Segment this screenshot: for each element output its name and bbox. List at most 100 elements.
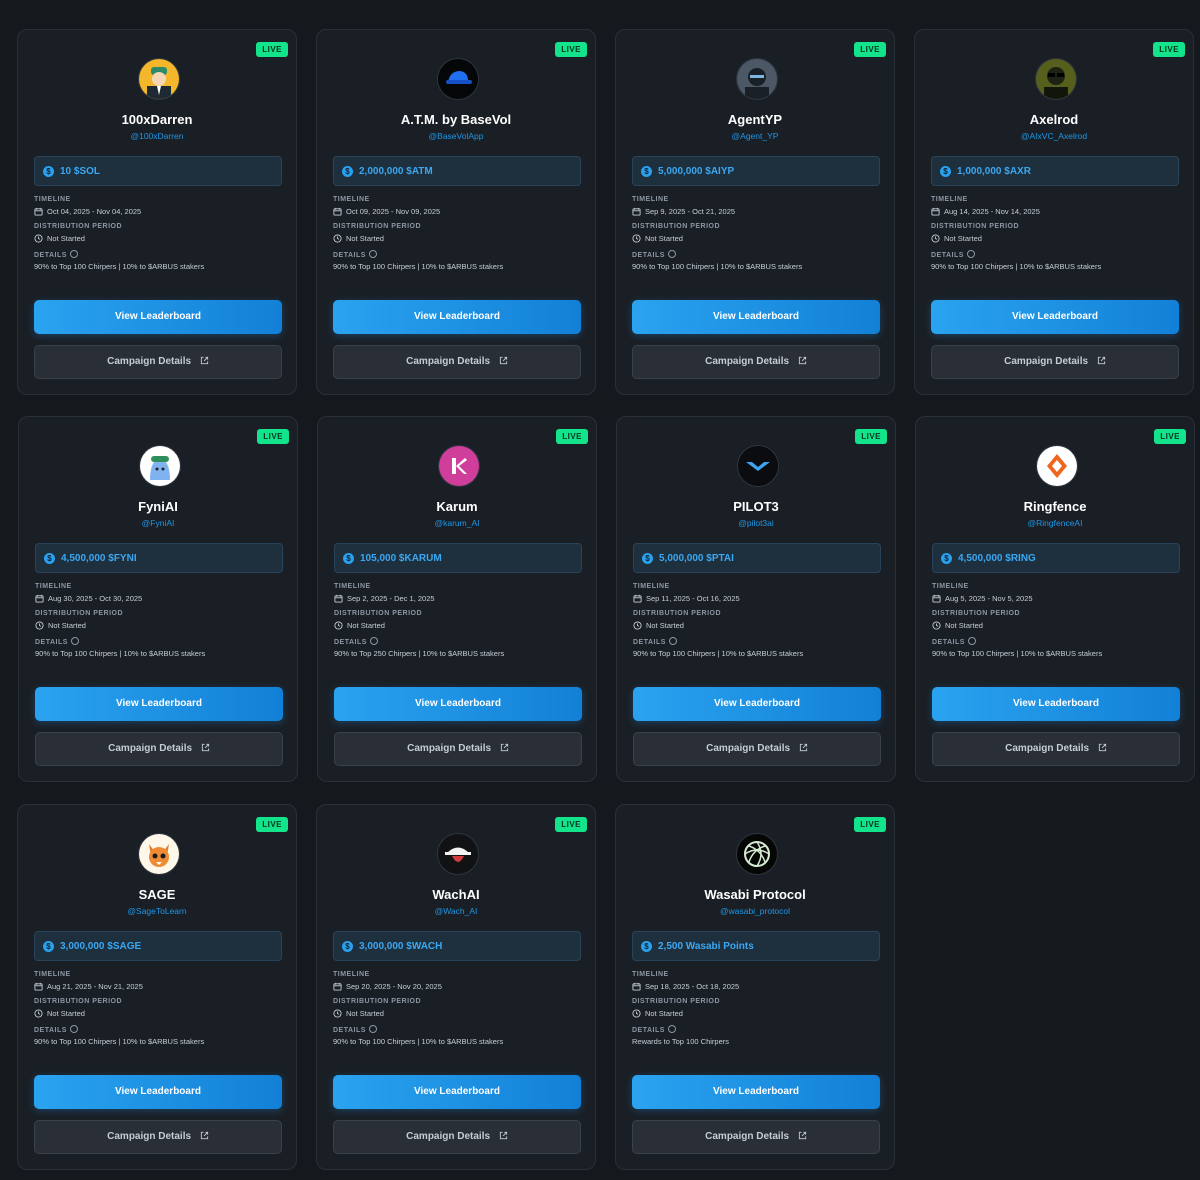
external-link-icon — [798, 1131, 806, 1139]
campaign-name: 100xDarren — [121, 112, 193, 127]
view-leaderboard-button[interactable]: View Leaderboard — [632, 300, 880, 334]
timeline-text: Sep 18, 2025 - Oct 18, 2025 — [645, 982, 740, 991]
campaign-handle-link[interactable]: @RingfenceAI — [916, 518, 1194, 528]
view-leaderboard-button[interactable]: View Leaderboard — [632, 1075, 880, 1109]
distribution-value: Not Started — [632, 1009, 683, 1018]
live-badge: LIVE — [257, 429, 289, 444]
info-icon[interactable] — [967, 637, 976, 645]
distribution-label: DISTRIBUTION PERIOD — [632, 998, 721, 1005]
campaign-name: AgentYP — [727, 112, 783, 127]
calendar-icon — [333, 982, 342, 991]
campaign-handle-link[interactable]: @Agent_YP — [616, 131, 894, 141]
view-leaderboard-button[interactable]: View Leaderboard — [333, 300, 581, 334]
info-icon[interactable] — [368, 250, 377, 258]
external-link-icon — [200, 356, 208, 364]
timeline-label: TIMELINE — [632, 971, 669, 978]
info-icon[interactable] — [69, 250, 78, 258]
details-label: DETAILS — [931, 250, 975, 259]
campaign-details-button[interactable]: Campaign Details — [34, 345, 282, 379]
view-leaderboard-button[interactable]: View Leaderboard — [334, 687, 582, 721]
view-leaderboard-button[interactable]: View Leaderboard — [931, 300, 1179, 334]
details-value: 90% to Top 100 Chirpers | 10% to $ARBUS … — [35, 649, 205, 658]
details-label: DETAILS — [35, 637, 79, 646]
campaign-name: WachAI — [432, 887, 480, 902]
campaign-details-button[interactable]: Campaign Details — [34, 1120, 282, 1154]
reward-box: $ 3,000,000 $SAGE — [34, 931, 282, 961]
timeline-value: Sep 20, 2025 - Nov 20, 2025 — [333, 982, 442, 991]
campaign-details-button[interactable]: Campaign Details — [633, 732, 881, 766]
reward-amount: 5,000,000 $PTAI — [659, 552, 734, 564]
timeline-text: Aug 14, 2025 - Nov 14, 2025 — [944, 207, 1040, 216]
distribution-label: DISTRIBUTION PERIOD — [932, 610, 1021, 617]
info-icon[interactable] — [368, 1025, 377, 1033]
campaign-handle-link[interactable]: @FyniAI — [19, 518, 297, 528]
blue-blob-mascot-icon — [140, 446, 180, 486]
campaign-details-button[interactable]: Campaign Details — [35, 732, 283, 766]
campaign-handle-link[interactable]: @wasabi_protocol — [616, 906, 894, 916]
reward-box: $ 5,000,000 $AIYP — [632, 156, 880, 186]
campaign-details-button[interactable]: Campaign Details — [632, 1120, 880, 1154]
view-leaderboard-button[interactable]: View Leaderboard — [35, 687, 283, 721]
reward-box: $ 3,000,000 $WACH — [333, 931, 581, 961]
campaign-details-button[interactable]: Campaign Details — [632, 345, 880, 379]
calendar-icon — [932, 594, 941, 603]
view-leaderboard-button[interactable]: View Leaderboard — [34, 300, 282, 334]
timeline-label: TIMELINE — [632, 196, 669, 203]
details-value: 90% to Top 100 Chirpers | 10% to $ARBUS … — [333, 262, 503, 271]
info-icon[interactable] — [668, 637, 677, 645]
timeline-value: Aug 21, 2025 - Nov 21, 2025 — [34, 982, 143, 991]
details-value: 90% to Top 100 Chirpers | 10% to $ARBUS … — [333, 1037, 503, 1046]
timeline-label: TIMELINE — [932, 583, 969, 590]
info-icon[interactable] — [667, 250, 676, 258]
campaign-card: LIVE SAGE @SageToLearn $ 3,000,000 $SAGE… — [17, 804, 297, 1170]
info-icon[interactable] — [69, 1025, 78, 1033]
info-icon[interactable] — [369, 637, 378, 645]
campaign-details-button[interactable]: Campaign Details — [333, 1120, 581, 1154]
view-leaderboard-button[interactable]: View Leaderboard — [932, 687, 1180, 721]
swirl-logo-icon — [737, 834, 777, 874]
avatar — [737, 445, 779, 487]
details-label: DETAILS — [333, 250, 377, 259]
campaign-handle-link[interactable]: @AIxVC_Axelrod — [915, 131, 1193, 141]
calendar-icon — [35, 594, 44, 603]
distribution-text: Not Started — [346, 234, 384, 243]
campaign-handle-link[interactable]: @100xDarren — [18, 131, 296, 141]
campaign-handle-link[interactable]: @SageToLearn — [18, 906, 296, 916]
campaign-handle-link[interactable]: @Wach_AI — [317, 906, 595, 916]
campaign-details-button[interactable]: Campaign Details — [333, 345, 581, 379]
campaign-handle-link[interactable]: @karum_AI — [318, 518, 596, 528]
clock-icon — [334, 621, 343, 630]
campaign-details-label: Campaign Details — [406, 356, 491, 367]
view-leaderboard-button[interactable]: View Leaderboard — [333, 1075, 581, 1109]
external-link-icon — [499, 356, 507, 364]
view-leaderboard-button[interactable]: View Leaderboard — [34, 1075, 282, 1109]
dollar-coin-icon: $ — [642, 552, 653, 564]
info-icon[interactable] — [667, 1025, 676, 1033]
view-leaderboard-button[interactable]: View Leaderboard — [633, 687, 881, 721]
campaign-handle-link[interactable]: @BaseVolApp — [317, 131, 595, 141]
timeline-value: Aug 30, 2025 - Oct 30, 2025 — [35, 594, 142, 603]
campaign-name: SAGE — [138, 887, 176, 902]
distribution-label: DISTRIBUTION PERIOD — [35, 610, 124, 617]
dollar-coin-icon: $ — [342, 165, 353, 177]
info-icon[interactable] — [966, 250, 975, 258]
timeline-value: Oct 09, 2025 - Nov 09, 2025 — [333, 207, 440, 216]
campaign-details-button[interactable]: Campaign Details — [932, 732, 1180, 766]
campaign-details-label: Campaign Details — [1004, 356, 1089, 367]
campaign-name: Wasabi Protocol — [704, 887, 806, 902]
distribution-value: Not Started — [633, 621, 684, 630]
campaign-handle-link[interactable]: @pilot3ai — [617, 518, 895, 528]
details-label: DETAILS — [333, 1025, 377, 1034]
campaign-details-button[interactable]: Campaign Details — [334, 732, 582, 766]
clock-icon — [931, 234, 940, 243]
calendar-icon — [34, 982, 43, 991]
campaign-grid: LIVE 100xDarren @100xDarren $ 10 $SOL TI… — [0, 0, 1200, 1180]
avatar — [1036, 445, 1078, 487]
timeline-label: TIMELINE — [633, 583, 670, 590]
campaign-details-button[interactable]: Campaign Details — [931, 345, 1179, 379]
avatar — [437, 58, 479, 100]
distribution-value: Not Started — [34, 234, 85, 243]
cartoon-man-avatar-icon — [139, 59, 179, 99]
info-icon[interactable] — [70, 637, 79, 645]
live-badge: LIVE — [854, 817, 886, 832]
